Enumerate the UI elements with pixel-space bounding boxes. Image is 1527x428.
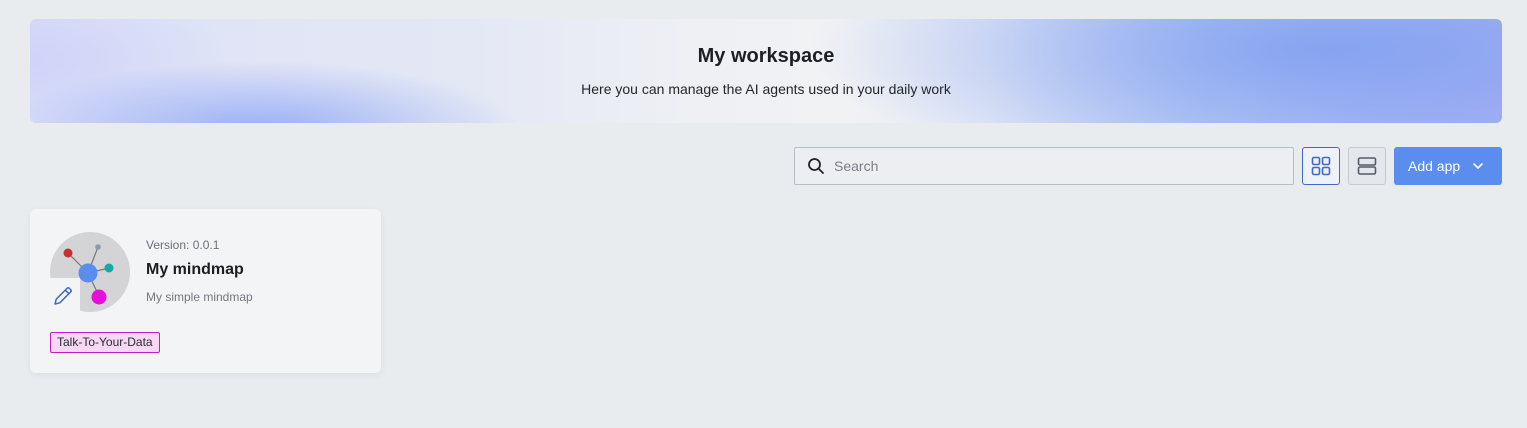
app-version: Version: 0.0.1 (146, 238, 220, 252)
app-description: My simple mindmap (146, 290, 253, 304)
add-app-label: Add app (1408, 158, 1461, 174)
pencil-icon[interactable] (52, 285, 74, 307)
list-view-button[interactable] (1348, 147, 1386, 185)
chevron-down-icon (1472, 160, 1484, 172)
add-app-button[interactable]: Add app (1394, 147, 1502, 185)
page-subtitle: Here you can manage the AI agents used i… (581, 81, 951, 97)
page-title: My workspace (697, 45, 835, 67)
grid-view-button[interactable] (1302, 147, 1340, 185)
app-card[interactable]: Version: 0.0.1 My mindmap My simple mind… (30, 209, 381, 373)
app-tag: Talk-To-Your-Data (50, 332, 160, 353)
search-input[interactable] (834, 151, 1274, 181)
workspace-banner: My workspace Here you can manage the AI … (30, 19, 1502, 123)
search-box[interactable] (794, 147, 1294, 185)
list-view-icon (1357, 156, 1377, 176)
app-name: My mindmap (146, 261, 244, 278)
grid-view-icon (1311, 156, 1331, 176)
search-icon (807, 157, 825, 175)
